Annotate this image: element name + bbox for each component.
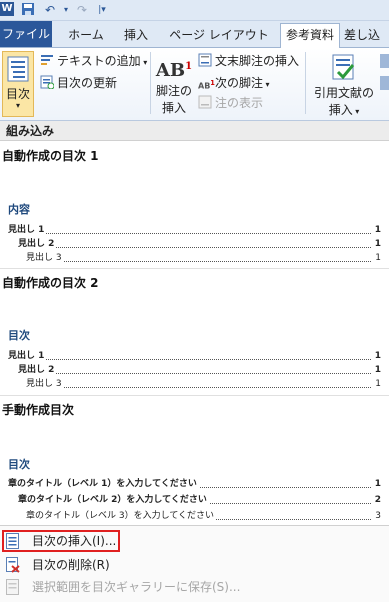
footnote-label-1: 脚注の xyxy=(155,84,192,98)
save-selection-label: 選択範囲を目次ギャラリーに保存(S)... xyxy=(32,580,241,594)
insert-citation-button[interactable]: 引用文献の 挿入 ▾ xyxy=(310,52,378,118)
undo-dropdown-icon[interactable]: ▾ xyxy=(58,2,74,18)
show-notes-icon xyxy=(198,95,212,109)
toc-preview-line: 見出し 21 xyxy=(18,364,381,376)
tab-page-layout[interactable]: ページ レイアウト xyxy=(164,24,274,47)
toc-preview-line: 章のタイトル（レベル 1）を入力してください 1 xyxy=(8,478,381,490)
tab-file[interactable]: ファイル xyxy=(0,21,52,47)
show-notes-label: 注の表示 xyxy=(215,96,264,110)
ribbon-panel: 目次 ▾ テキストの追加 ▾ 目次の更新 AB1 脚注の 挿入 文末脚注の挿入 … xyxy=(0,48,389,121)
endnote-icon xyxy=(198,53,212,67)
toc-preview-line: 見出し 21 xyxy=(18,238,381,250)
gallery-item-title: 自動作成の目次 1 xyxy=(2,149,99,163)
gallery-item-title: 手動作成目次 xyxy=(2,403,75,417)
toc-preview-line: 章のタイトル（レベル 3）を入力してください 3 xyxy=(26,510,381,522)
toc-preview-line: 見出し 11 xyxy=(8,224,381,236)
footnote-icon: AB1 xyxy=(155,60,193,81)
group-separator xyxy=(150,52,151,114)
remove-toc-label: 目次の削除(R) xyxy=(32,558,110,572)
next-footnote-button[interactable]: AB1次の脚注 ▾ xyxy=(198,74,270,92)
toc-preview-heading: 内容 xyxy=(8,203,30,216)
gallery-item-title: 自動作成の目次 2 xyxy=(2,276,99,290)
tab-insert[interactable]: 挿入 xyxy=(116,24,156,47)
add-text-button[interactable]: テキストの追加 ▾ xyxy=(40,52,147,70)
save-to-gallery-icon xyxy=(6,579,20,595)
toc-dropdown-icon: ▾ xyxy=(15,101,20,110)
style-icon[interactable] xyxy=(380,76,389,90)
toc-preview-line: 見出し 11 xyxy=(8,350,381,362)
next-footnote-icon: AB1 xyxy=(198,79,215,91)
word-logo-icon: W xyxy=(0,2,14,16)
show-notes-button[interactable]: 注の表示 xyxy=(198,94,263,112)
tab-home[interactable]: ホーム xyxy=(60,24,112,47)
tab-references[interactable]: 参考資料 xyxy=(280,23,340,49)
insert-endnote-button[interactable]: 文末脚注の挿入 xyxy=(198,52,299,70)
toc-preview-heading: 目次 xyxy=(8,458,30,471)
insert-toc-icon xyxy=(6,533,20,549)
update-toc-label: 目次の更新 xyxy=(57,76,118,90)
save-icon[interactable] xyxy=(20,2,36,18)
undo-icon[interactable]: ↶ xyxy=(42,2,58,18)
update-toc-icon xyxy=(40,75,55,90)
insert-toc-menu-item[interactable]: 目次の挿入(I)... xyxy=(2,530,120,552)
insert-toc-label: 目次の挿入(I)... xyxy=(32,534,117,548)
toc-button-label: 目次 xyxy=(5,87,30,101)
insert-endnote-label: 文末脚注の挿入 xyxy=(215,54,300,68)
next-footnote-label: 次の脚注 xyxy=(215,76,264,90)
remove-toc-menu-item[interactable]: 目次の削除(R) xyxy=(2,554,387,576)
gallery-section-header: 組み込み xyxy=(0,121,389,141)
title-bar: W ↶ ▾ ↷ |▾ xyxy=(0,0,389,21)
gallery-divider xyxy=(0,395,389,396)
group-separator xyxy=(305,52,306,114)
toc-preview-heading: 目次 xyxy=(8,329,30,342)
insert-footnote-button[interactable]: AB1 脚注の 挿入 xyxy=(154,52,194,116)
tab-mailings[interactable]: 差し込 xyxy=(344,24,389,47)
toc-preview-line: 章のタイトル（レベル 2）を入力してください 2 xyxy=(18,494,381,506)
update-toc-button[interactable]: 目次の更新 xyxy=(40,74,117,92)
redo-icon[interactable]: ↷ xyxy=(74,2,90,18)
citation-icon xyxy=(310,52,378,84)
remove-toc-icon xyxy=(6,557,20,573)
manage-sources-icon[interactable] xyxy=(380,54,389,68)
add-text-icon xyxy=(40,53,54,67)
toc-button[interactable]: 目次 ▾ xyxy=(2,51,34,117)
toc-gallery: 組み込み 自動作成の目次 1 内容 見出し 11 見出し 21 見出し 31 自… xyxy=(0,121,389,531)
toc-preview-line: 見出し 31 xyxy=(26,378,381,390)
table-of-contents-icon xyxy=(3,56,33,85)
toc-menu-commands: 目次の挿入(I)... 目次の削除(R) 選択範囲を目次ギャラリーに保存(S).… xyxy=(0,525,389,602)
toc-preview-line: 見出し 31 xyxy=(26,252,381,264)
save-selection-to-gallery-menu-item[interactable]: 選択範囲を目次ギャラリーに保存(S)... xyxy=(2,576,387,598)
gallery-divider xyxy=(0,268,389,269)
add-text-label: テキストの追加 xyxy=(57,54,141,68)
footnote-label-2: 挿入 xyxy=(161,101,186,115)
citation-label-2: 挿入 ▾ xyxy=(328,103,360,117)
ribbon-tabs: ファイル ホーム 挿入 ページ レイアウト 参考資料 差し込 xyxy=(0,21,389,49)
customize-qat-icon[interactable]: |▾ xyxy=(94,2,110,18)
citation-label-1: 引用文献の xyxy=(313,86,374,100)
